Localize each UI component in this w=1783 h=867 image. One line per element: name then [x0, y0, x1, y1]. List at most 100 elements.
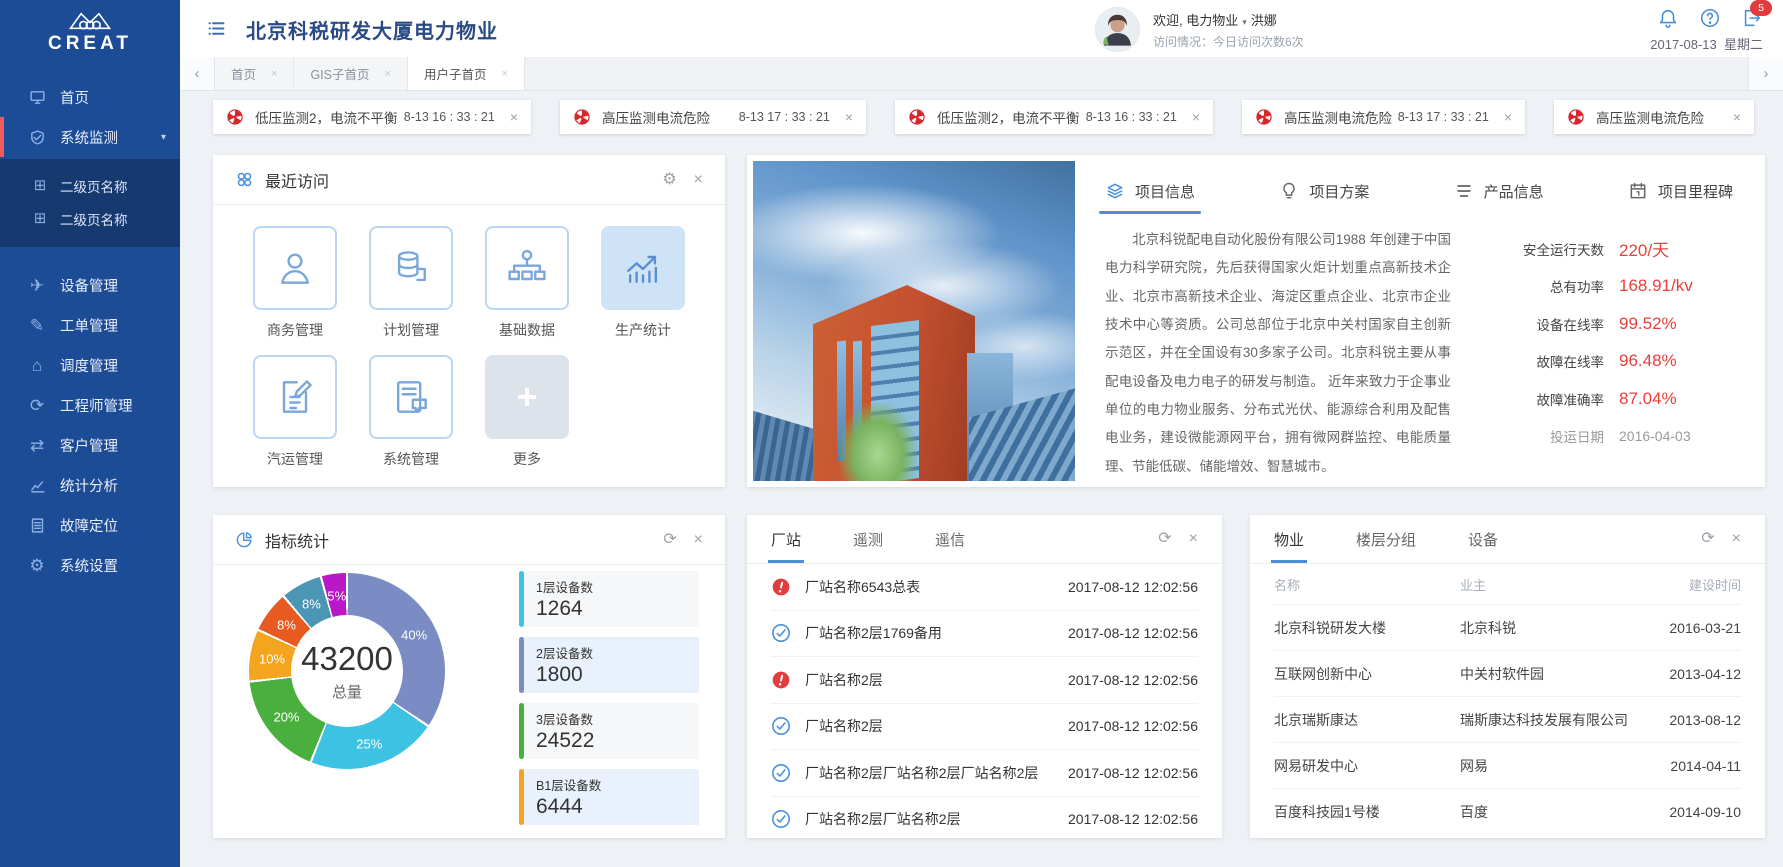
metrics-panel: 指标统计 ⟳ × 43200 总量 40%25%20%10%8%8%5% 1层设… — [213, 515, 725, 838]
table-row[interactable]: 互联网创新中心 中关村软件园 2013-04-12 — [1274, 651, 1741, 697]
tab-floor-group[interactable]: 楼层分组 — [1356, 515, 1416, 563]
sidebar-item-engineer-mgmt[interactable]: ⟳ 工程师管理 — [0, 385, 180, 425]
tab-property[interactable]: 物业 — [1274, 515, 1304, 563]
tab-product-info[interactable]: 产品信息 — [1454, 169, 1544, 214]
sidebar-item-system-settings[interactable]: ⚙ 系统设置 — [0, 545, 180, 585]
swap-icon: ⇄ — [26, 437, 48, 454]
close-icon[interactable]: × — [1732, 531, 1741, 547]
visit-info: 访问情况：今日访问次数6次 — [1153, 33, 1304, 50]
check-icon — [771, 716, 791, 736]
gear-icon[interactable]: ⚙ — [662, 172, 676, 188]
sidebar-item-workorder-mgmt[interactable]: ✎ 工单管理 — [0, 305, 180, 345]
clover-icon — [235, 170, 254, 189]
close-icon[interactable]: × — [510, 109, 518, 125]
tab-equipment[interactable]: 设备 — [1468, 515, 1498, 563]
sidebar-item-device-mgmt[interactable]: ✈ 设备管理 — [0, 265, 180, 305]
tab-user-subpage[interactable]: 用户子首页 × — [408, 57, 525, 90]
tab-label: 用户子首页 — [424, 64, 487, 83]
tab-project-info[interactable]: 项目信息 — [1105, 169, 1195, 214]
slice-label: 8% — [277, 618, 296, 633]
header-date: 2017-08-13 星期二 — [1650, 34, 1763, 53]
project-stats: 安全运行天数 220/天 总有功率 168.91/kv 设备在线率 99.52%… — [1479, 222, 1733, 481]
property-owner: 百度 — [1460, 802, 1649, 822]
legend-item[interactable]: 1层设备数 1264 — [519, 571, 699, 627]
sidebar-item-system-monitor[interactable]: 系统监测 ▾ — [0, 117, 180, 157]
close-icon[interactable]: × — [1192, 109, 1200, 125]
close-icon[interactable]: × — [1504, 109, 1512, 125]
pencil-icon: ✎ — [26, 317, 48, 334]
table-row[interactable]: 网易研发中心 网易 2014-04-11 — [1274, 743, 1741, 789]
refresh-icon[interactable]: ⟳ — [663, 532, 676, 548]
app-tile-basedata[interactable]: 基础数据 — [469, 226, 585, 340]
app-tile-system[interactable]: 系统管理 — [353, 355, 469, 469]
stat-row: 投运日期 2016-04-03 — [1479, 417, 1733, 455]
close-icon[interactable]: × — [694, 172, 703, 188]
alert-chip[interactable]: 高压监测电流危险 8-13 17 : 33 : 21 × — [1242, 100, 1525, 134]
help-icon[interactable] — [1699, 7, 1721, 29]
tab-home[interactable]: 首页 × — [215, 57, 294, 90]
legend-item[interactable]: B1层设备数 6444 — [519, 769, 699, 825]
app-tile-transport[interactable]: 汽运管理 — [237, 355, 353, 469]
station-row[interactable]: 厂站名称2层 2017-08-12 12:02:56 — [771, 657, 1198, 704]
orgtree-icon — [485, 226, 569, 310]
app-tile-business[interactable]: 商务管理 — [237, 226, 353, 340]
station-row[interactable]: 厂站名称2层 2017-08-12 12:02:56 — [771, 704, 1198, 751]
tabs-scroll-left[interactable]: ‹ — [180, 57, 215, 90]
sidebar-subitem[interactable]: ⊞ 二级页名称 — [0, 169, 180, 202]
sidebar-item-fault-locate[interactable]: 故障定位 — [0, 505, 180, 545]
close-icon[interactable]: × — [694, 532, 703, 548]
caret-down-icon[interactable]: ▾ — [1242, 17, 1247, 27]
close-icon[interactable]: × — [1189, 531, 1198, 547]
refresh-icon[interactable]: ⟳ — [1701, 531, 1714, 547]
app-logo[interactable]: CREAT — [0, 0, 180, 61]
tab-project-milestone[interactable]: 项目里程碑 — [1628, 169, 1733, 214]
alert-time: 8-13 17 : 33 : 21 — [1398, 110, 1489, 124]
table-row[interactable]: 北京科锐研发大楼 北京科锐 2016-03-21 — [1274, 605, 1741, 651]
alert-chip[interactable]: 低压监测2，电流不平衡 8-13 16 : 33 : 21 × — [213, 100, 531, 134]
close-icon[interactable]: × — [845, 109, 853, 125]
slice-label: 20% — [273, 709, 299, 724]
table-row[interactable]: 百度科技园1号楼 百度 2014-09-10 — [1274, 789, 1741, 834]
welcome-text[interactable]: 欢迎, 电力物业 — [1153, 13, 1238, 28]
sidebar-subitem[interactable]: ⊞ 二级页名称 — [0, 202, 180, 235]
avatar[interactable] — [1095, 7, 1140, 52]
alert-chip[interactable]: 低压监测2，电流不平衡 8-13 16 : 33 : 21 × — [895, 100, 1213, 134]
sidebar-item-customer-mgmt[interactable]: ⇄ 客户管理 — [0, 425, 180, 465]
station-time: 2017-08-12 12:02:56 — [1058, 811, 1198, 827]
app-tile-production-stats[interactable]: 生产统计 — [585, 226, 701, 340]
close-icon[interactable]: × — [271, 68, 277, 80]
legend-item[interactable]: 3层设备数 24522 — [519, 703, 699, 759]
sidebar-item-home[interactable]: 首页 — [0, 77, 180, 117]
close-icon[interactable]: × — [1733, 109, 1741, 125]
station-row[interactable]: 厂站名称2层1769备用 2017-08-12 12:02:56 — [771, 611, 1198, 658]
refresh-icon[interactable]: ⟳ — [1158, 531, 1171, 547]
alert-chip[interactable]: 高压监测电流危险 8-13 17 : 33 : 21 × — [560, 100, 866, 134]
tab-stations[interactable]: 厂站 — [771, 515, 801, 563]
app-tile-plan[interactable]: 计划管理 — [353, 226, 469, 340]
sidebar-item-statistics[interactable]: 统计分析 — [0, 465, 180, 505]
sidebar-item-dispatch-mgmt[interactable]: ⌂ 调度管理 — [0, 345, 180, 385]
tabs-scroll-right[interactable]: › — [1748, 57, 1783, 90]
tab-project-plan[interactable]: 项目方案 — [1279, 169, 1369, 214]
hamburger-icon[interactable] — [206, 18, 227, 39]
tab-gis-subpage[interactable]: GIS子首页 × — [294, 57, 407, 90]
tab-telemetry[interactable]: 遥测 — [853, 515, 883, 563]
table-row[interactable]: 北京瑞斯康达 瑞斯康达科技发展有限公司 2013-08-12 — [1274, 697, 1741, 743]
station-row[interactable]: 厂站名称2层厂站名称2层 2017-08-12 12:02:56 — [771, 797, 1198, 843]
legend-color-bar — [519, 769, 524, 825]
error-icon — [771, 670, 791, 690]
station-row[interactable]: 厂站名称6543总表 2017-08-12 12:02:56 — [771, 564, 1198, 611]
stats-icon — [601, 226, 685, 310]
stat-row: 故障在线率 96.48% — [1479, 342, 1733, 380]
app-tile-more[interactable]: + 更多 — [469, 355, 585, 469]
monitor-icon — [26, 89, 48, 106]
app-label: 计划管理 — [383, 320, 439, 340]
alert-chip[interactable]: 高压监测电流危险 × — [1554, 100, 1754, 134]
tab-label: 遥信 — [935, 529, 965, 550]
station-row[interactable]: 厂站名称2层厂站名称2层厂站名称2层 2017-08-12 12:02:56 — [771, 750, 1198, 797]
tab-telesignal[interactable]: 遥信 — [935, 515, 965, 563]
close-icon[interactable]: × — [501, 68, 507, 80]
legend-item[interactable]: 2层设备数 1800 — [519, 637, 699, 693]
close-icon[interactable]: × — [385, 68, 391, 80]
bell-icon[interactable] — [1657, 7, 1679, 29]
